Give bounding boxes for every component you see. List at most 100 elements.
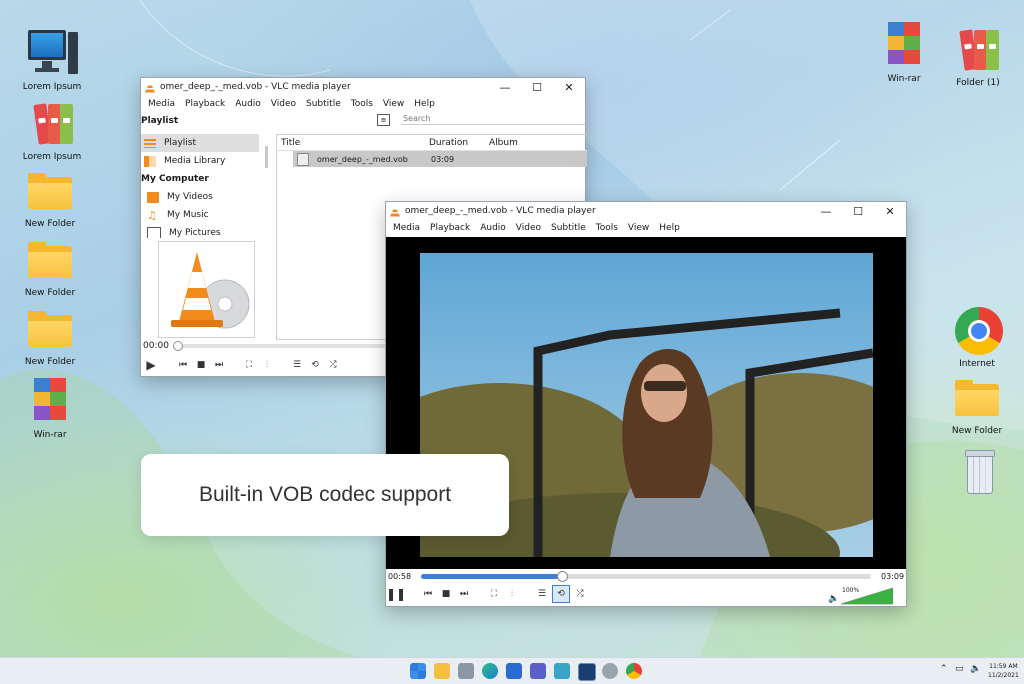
file-icon	[297, 152, 309, 166]
row-duration: 03:09	[431, 154, 455, 164]
desktop-icon-winrar[interactable]: Win-rar	[15, 376, 85, 440]
sidebar-scrollbar[interactable]	[265, 146, 268, 168]
menu-help[interactable]: Help	[409, 99, 440, 109]
menu-subtitle[interactable]: Subtitle	[301, 99, 346, 109]
desktop-icon-label: New Folder	[24, 357, 76, 367]
desktop-icon-folder[interactable]: New Folder	[15, 303, 85, 367]
table-row[interactable]: omer_deep_-_med.vob 03:09	[293, 151, 587, 167]
previous-button[interactable]: ⏮	[175, 357, 191, 373]
volume-slider[interactable]	[841, 588, 893, 605]
search-input[interactable]	[401, 113, 585, 125]
playlist-toggle-button[interactable]: ☰	[534, 586, 550, 602]
film-icon	[147, 191, 159, 203]
photos-icon[interactable]	[554, 663, 570, 679]
desktop-icon-this-pc[interactable]: Lorem Ipsum	[17, 28, 87, 92]
stop-button[interactable]: ■	[438, 586, 454, 602]
close-button[interactable]: ✕	[553, 81, 585, 94]
chrome-icon[interactable]	[626, 663, 642, 679]
desktop-icon-label: Folder (1)	[956, 78, 1000, 88]
fullscreen-button[interactable]: ⛶	[241, 357, 257, 373]
sidebar-item-my-music[interactable]: ♫ My Music	[141, 206, 269, 224]
next-button[interactable]: ⏭	[211, 357, 227, 373]
column-album[interactable]: Album	[489, 138, 518, 148]
sidebar-item-my-pictures[interactable]: My Pictures	[141, 224, 269, 238]
winrar-icon	[24, 376, 76, 428]
desktop-icon-binders[interactable]: Lorem Ipsum	[17, 98, 87, 162]
camera-icon[interactable]	[458, 663, 474, 679]
playlist-view-icon[interactable]: ≡	[377, 114, 390, 126]
shuffle-button[interactable]: ⤮	[325, 357, 341, 373]
album-art	[158, 241, 255, 338]
sidebar-item-media-library[interactable]: Media Library	[141, 152, 269, 170]
menu-tools[interactable]: Tools	[591, 223, 623, 233]
network-icon[interactable]: ▭	[955, 664, 964, 674]
seek-handle[interactable]	[173, 341, 183, 351]
speaker-icon[interactable]: 🔈	[828, 594, 839, 604]
extended-settings-button[interactable]: ⫶	[259, 357, 275, 373]
desktop-icon-winrar[interactable]: Win-rar	[869, 20, 939, 84]
column-title[interactable]: Title	[277, 138, 429, 148]
menu-audio[interactable]: Audio	[475, 223, 511, 233]
menu-view[interactable]: View	[623, 223, 654, 233]
sidebar-item-my-videos[interactable]: My Videos	[141, 188, 269, 206]
minimize-button[interactable]: —	[810, 205, 842, 218]
menu-video[interactable]: Video	[511, 223, 546, 233]
menu-help[interactable]: Help	[654, 223, 685, 233]
desktop-icon-label: New Folder	[24, 219, 76, 229]
folder-icon	[951, 372, 1003, 424]
menu-playback[interactable]: Playback	[425, 223, 475, 233]
desktop-icon-folder[interactable]: New Folder	[15, 165, 85, 229]
maximize-button[interactable]: ☐	[842, 205, 874, 218]
file-explorer-icon[interactable]	[434, 663, 450, 679]
folder-icon	[24, 234, 76, 286]
seek-progress	[421, 574, 561, 579]
close-button[interactable]: ✕	[874, 205, 906, 218]
extended-settings-button[interactable]: ⫶	[504, 586, 520, 602]
maximize-button[interactable]: ☐	[521, 81, 553, 94]
desktop-icon-folder[interactable]: New Folder	[942, 372, 1012, 436]
menu-video[interactable]: Video	[266, 99, 301, 109]
pause-button[interactable]: ❚❚	[386, 586, 406, 602]
store-icon[interactable]	[506, 663, 522, 679]
stop-button[interactable]: ■	[193, 357, 209, 373]
shuffle-button[interactable]: ⤮	[572, 586, 588, 602]
seek-bar[interactable]	[173, 341, 387, 351]
edge-icon[interactable]	[482, 663, 498, 679]
playlist-toggle-button[interactable]: ☰	[289, 357, 305, 373]
seek-handle[interactable]	[556, 571, 568, 582]
tray-chevron-icon[interactable]: ⌃	[940, 664, 948, 674]
menu-media[interactable]: Media	[143, 99, 180, 109]
start-icon[interactable]	[410, 663, 426, 679]
sidebar-item-playlist[interactable]: Playlist	[141, 134, 259, 152]
desktop-icon-recycle-bin[interactable]	[942, 446, 1012, 498]
desktop-icon-chrome[interactable]: Internet	[942, 305, 1012, 369]
play-button[interactable]: ▶	[143, 357, 159, 373]
time-elapsed: 00:00	[143, 341, 169, 351]
teams-icon[interactable]	[530, 663, 546, 679]
desktop-icon-binders[interactable]: Folder (1)	[943, 24, 1013, 88]
menu-playback[interactable]: Playback	[180, 99, 230, 109]
loop-button[interactable]: ⟲	[552, 585, 570, 603]
seek-bar[interactable]	[421, 571, 871, 582]
clock[interactable]: 11:59 AM 11/2/2021	[988, 662, 1019, 680]
fullscreen-button[interactable]: ⛶	[486, 586, 502, 602]
menu-view[interactable]: View	[378, 99, 409, 109]
column-duration[interactable]: Duration	[429, 138, 489, 148]
menu-media[interactable]: Media	[388, 223, 425, 233]
active-app-icon[interactable]	[578, 663, 596, 681]
previous-button[interactable]: ⏮	[420, 586, 436, 602]
clock-time: 11:59 AM	[989, 663, 1018, 670]
binders-icon	[26, 98, 78, 150]
next-button[interactable]: ⏭	[456, 586, 472, 602]
menu-tools[interactable]: Tools	[346, 99, 378, 109]
loop-button[interactable]: ⟲	[307, 357, 323, 373]
speaker-icon[interactable]: 🔈	[970, 664, 981, 674]
desktop-icon-folder[interactable]: New Folder	[15, 234, 85, 298]
menu-subtitle[interactable]: Subtitle	[546, 223, 591, 233]
sidebar-item-label: My Music	[167, 210, 209, 220]
computer-icon	[26, 28, 78, 80]
desktop-icon-label: Win-rar	[33, 430, 67, 440]
menu-audio[interactable]: Audio	[230, 99, 266, 109]
minimize-button[interactable]: —	[489, 81, 521, 94]
settings-gear-icon[interactable]	[602, 663, 618, 679]
